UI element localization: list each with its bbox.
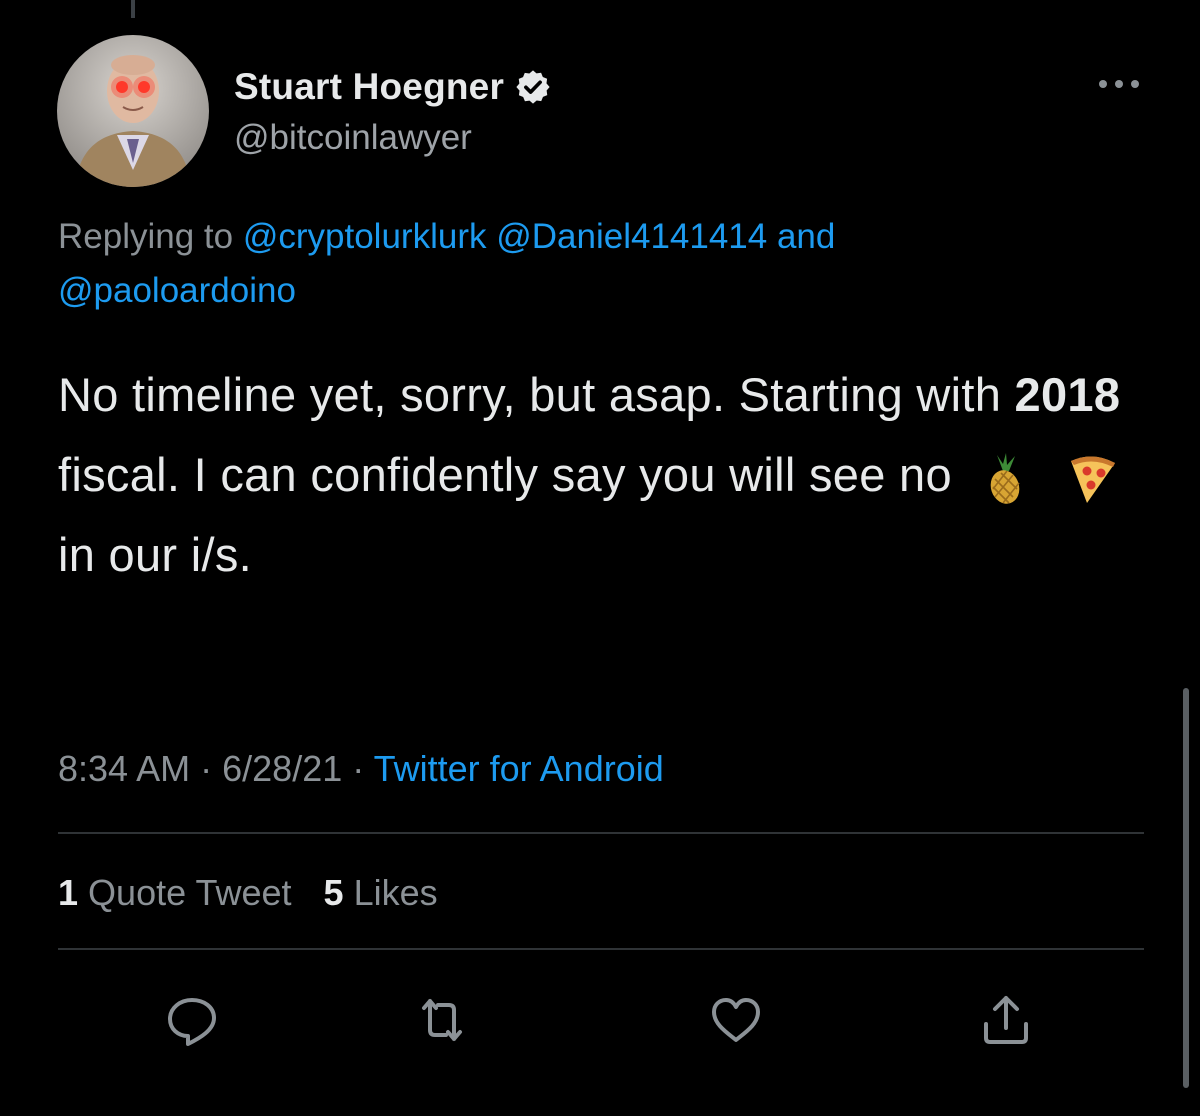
scrollbar[interactable]	[1183, 688, 1189, 1088]
quote-tweets-stat[interactable]: 1 Quote Tweet	[58, 872, 302, 913]
avatar[interactable]	[57, 35, 209, 187]
share-icon[interactable]	[976, 990, 1036, 1050]
replying-to-prefix: Replying to	[58, 217, 234, 256]
like-label: Likes	[353, 872, 438, 913]
author-name-row[interactable]: Stuart Hoegner	[234, 62, 552, 112]
avatar-image	[57, 35, 209, 187]
tweet-stats: 1 Quote Tweet 5 Likes	[58, 866, 460, 920]
reply-icon[interactable]	[162, 990, 222, 1050]
mention-link[interactable]: @cryptolurklurk	[243, 217, 487, 256]
meta-separator: ·	[352, 748, 365, 789]
divider	[58, 948, 1144, 950]
mention-link[interactable]: @Daniel4141414	[496, 217, 767, 256]
verified-badge-icon	[516, 70, 550, 104]
mention-link[interactable]: @paoloardoino	[58, 271, 296, 310]
tweet-time[interactable]: 8:34 AM	[58, 748, 190, 789]
thread-connector-line	[131, 0, 135, 18]
tweet-text-part: fiscal. I can confidently say you will s…	[58, 448, 952, 501]
tweet-text-part: No timeline yet, sorry, but asap. Starti…	[58, 368, 1002, 421]
replying-to-line: Replying to @cryptolurklurk @Daniel41414…	[58, 210, 1148, 318]
mention-and-others-link[interactable]: and	[777, 217, 835, 256]
more-options-icon[interactable]	[1094, 66, 1144, 102]
tweet-text: No timeline yet, sorry, but asap. Starti…	[58, 355, 1168, 595]
quote-count: 1	[58, 872, 79, 913]
tweet-meta: 8:34 AM · 6/28/21 · Twitter for Android	[58, 742, 664, 796]
author-handle[interactable]: @bitcoinlawyer	[234, 118, 472, 158]
quote-label: Quote Tweet	[88, 872, 292, 913]
meta-separator: ·	[200, 748, 213, 789]
tweet-text-bold: 2018	[1014, 368, 1121, 421]
like-icon[interactable]	[706, 990, 766, 1050]
retweet-icon[interactable]	[412, 990, 472, 1050]
tweet-source-link[interactable]: Twitter for Android	[374, 748, 664, 789]
likes-stat[interactable]: 5 Likes	[324, 872, 438, 913]
like-count: 5	[323, 872, 344, 913]
pineapple-emoji-icon	[990, 452, 1020, 504]
author-display-name[interactable]: Stuart Hoegner	[234, 66, 504, 108]
pizza-emoji-icon	[1070, 456, 1115, 503]
divider	[58, 832, 1144, 834]
tweet-date[interactable]: 6/28/21	[222, 748, 342, 789]
tweet-text-part: in our i/s.	[58, 528, 252, 581]
